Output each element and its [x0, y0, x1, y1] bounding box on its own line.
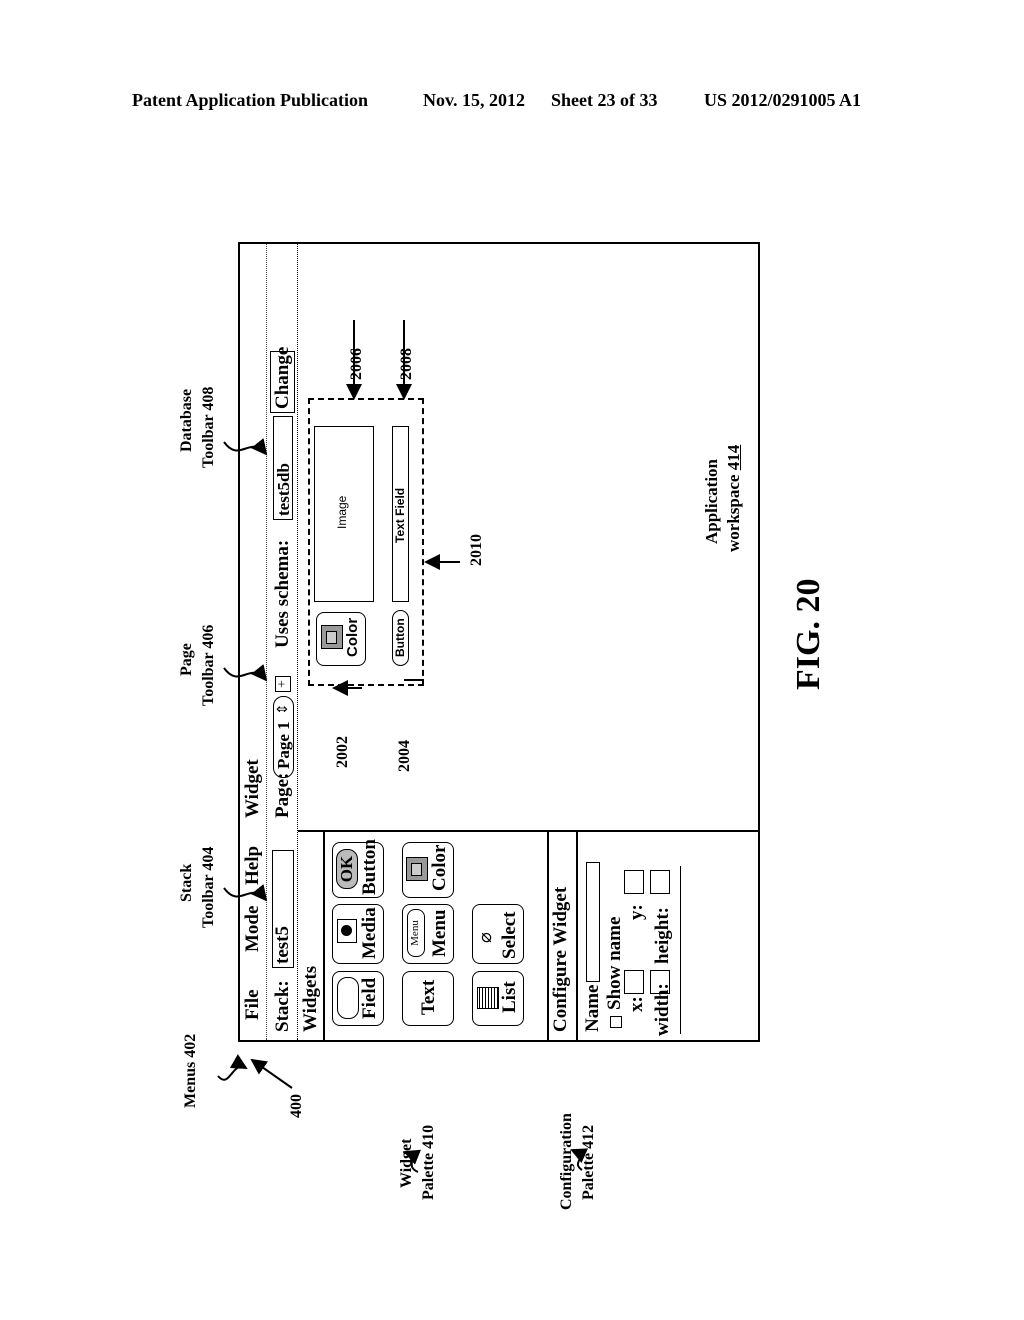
arrow-config-palette	[570, 1148, 589, 1171]
arrow-database	[223, 438, 268, 456]
arrow-400	[250, 1058, 293, 1089]
arrow-widget-palette	[403, 1149, 421, 1173]
arrow-page	[223, 664, 268, 682]
arrow-menus	[217, 1054, 248, 1081]
figure-20: File Mode Help Widget Stack: test5 Page:…	[120, 80, 1024, 1210]
callout-arrows	[217, 320, 589, 1173]
figure-label: FIG. 20	[790, 578, 827, 690]
arrow-stack	[223, 884, 268, 902]
